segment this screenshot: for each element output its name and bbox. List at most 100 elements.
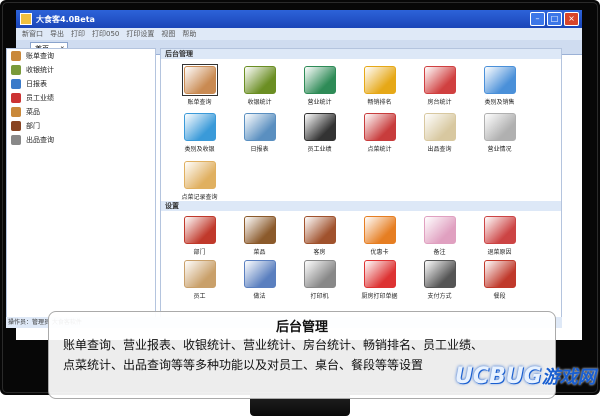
menu-item-print-settings[interactable]: 打印设置: [126, 29, 154, 39]
tile-label: 点菜统计: [367, 146, 392, 154]
section1-tile[interactable]: 点菜记录查询: [171, 160, 228, 201]
sidebar-item[interactable]: 部门: [7, 119, 155, 133]
tile-icon-frame: [243, 112, 277, 142]
sidebar-item[interactable]: 日报表: [7, 77, 155, 91]
tile-icon: [243, 216, 276, 244]
section2-tile[interactable]: 支付方式: [411, 259, 468, 300]
menu-item-view[interactable]: 视图: [161, 29, 175, 39]
tile-icon-frame: [423, 259, 457, 289]
section1-tile[interactable]: 类别及收银: [171, 112, 228, 153]
sidebar-item-icon: [11, 51, 21, 61]
tile-icon-frame: [363, 65, 397, 95]
minimize-button[interactable]: –: [530, 12, 545, 26]
window-title: 大食客4.0Beta: [36, 14, 95, 24]
menu-item-print-050[interactable]: 打印050: [92, 29, 119, 39]
tile-icon-frame: [423, 112, 457, 142]
section1-tile[interactable]: 营业情况: [471, 112, 528, 153]
tile-label: 部门: [193, 249, 206, 256]
section1-tile[interactable]: 出品查询: [411, 112, 468, 154]
section2-tile[interactable]: 菜品: [231, 215, 288, 256]
section2-tile[interactable]: 餐段: [471, 259, 528, 300]
section2-tile[interactable]: 备注: [411, 215, 468, 256]
sidebar-item[interactable]: 收银统计: [7, 63, 155, 77]
sidebar: 账单查询收银统计日报表 员工业绩 菜品部门出品查询: [6, 48, 156, 318]
tile-icon: [303, 216, 336, 244]
tile-icon: [183, 113, 216, 142]
section2-tile[interactable]: 做法: [231, 259, 288, 300]
sidebar-item-icon: [11, 93, 21, 103]
tile-icon: [483, 66, 516, 94]
sidebar-item[interactable]: 出品查询: [7, 133, 155, 147]
sidebar-item-label: 部门: [26, 122, 40, 130]
tile-label: 做法: [253, 293, 266, 300]
tile-icon: [363, 260, 396, 288]
close-button[interactable]: ×: [564, 12, 579, 26]
tile-label: 餐段: [493, 293, 506, 300]
section1-tile[interactable]: 员工业绩: [291, 112, 348, 153]
tile-icon-frame: [483, 215, 517, 245]
tile-icon-frame: [483, 112, 517, 142]
tile-label: 房台统计: [427, 99, 452, 106]
section1-tile[interactable]: 营业统计: [291, 65, 348, 106]
tile-icon: [423, 66, 456, 94]
section2-tile[interactable]: 打印机: [291, 259, 348, 300]
sidebar-item[interactable]: 员工业绩: [7, 91, 155, 105]
sidebar-item-icon: [11, 79, 21, 89]
tile-icon-frame: [183, 259, 217, 289]
tile-icon-frame: [181, 64, 218, 96]
section2-tile[interactable]: 厨房打印单据: [351, 259, 408, 300]
tile-icon-frame: [303, 259, 337, 289]
section2-tile[interactable]: 退菜原因: [471, 215, 528, 256]
menu-item-print[interactable]: 打印: [71, 29, 85, 39]
menu-item-new-window[interactable]: 新窗口: [22, 29, 43, 39]
sidebar-item[interactable]: 菜品: [7, 105, 155, 119]
tile-label: 客房: [313, 249, 326, 256]
tile-label: 营业统计: [307, 99, 332, 106]
window-controls: – □ ×: [530, 12, 582, 26]
tile-label: 出品查询: [427, 146, 452, 154]
tile-icon: [483, 260, 516, 288]
tile-icon-frame: [183, 215, 217, 245]
section2-tile[interactable]: 客房: [291, 215, 348, 256]
section1-tile[interactable]: 类别及销售: [471, 65, 528, 106]
tile-label: 打印机: [310, 293, 329, 300]
tile-label: 点菜记录查询: [181, 193, 218, 201]
sidebar-item-icon: [11, 65, 21, 75]
watermark-brand: UCBUG: [455, 364, 542, 389]
section2-tile[interactable]: 员工: [171, 259, 228, 300]
section1-tile[interactable]: 房台统计: [411, 65, 468, 106]
menu-item-help[interactable]: 帮助: [182, 29, 196, 39]
tile-icon-frame: [483, 65, 517, 95]
tile-label: 厨房打印单据: [361, 293, 398, 300]
sidebar-item-icon: [11, 121, 21, 131]
section1-tile[interactable]: 账单查询: [171, 64, 228, 106]
section2-tile[interactable]: 部门: [171, 215, 228, 256]
tile-icon: [423, 113, 456, 142]
tile-label: 菜品: [253, 249, 266, 256]
tile-label: 账单查询: [187, 99, 212, 106]
section1-tile[interactable]: 点菜统计: [351, 112, 408, 154]
sidebar-item-label: 账单查询: [26, 52, 54, 60]
tile-icon: [183, 66, 216, 94]
tile-icon-frame: [363, 215, 397, 245]
tile-icon-frame: [363, 259, 397, 289]
tile-icon: [363, 66, 396, 94]
sidebar-item-label: 收银统计: [26, 66, 54, 74]
tile-icon: [183, 216, 216, 244]
section2-tile[interactable]: 优惠卡: [351, 215, 408, 256]
tile-icon-frame: [243, 215, 277, 245]
maximize-button[interactable]: □: [547, 12, 562, 26]
tile-icon: [243, 113, 276, 142]
section1-tile[interactable]: 收银统计: [231, 65, 288, 106]
tile-label: 退菜原因: [487, 249, 512, 256]
settings-icon-grid: 部门 菜品 客房 优惠卡 备注 退菜原因员工 做法 打印机 厨房打印单据 支付方式 餐段: [161, 211, 561, 300]
tile-label: 日报表: [250, 146, 269, 154]
section1-tile[interactable]: 日报表: [231, 112, 288, 154]
section1-tile[interactable]: 畅销排名: [351, 65, 408, 106]
title-bar: 大食客4.0Beta – □ ×: [16, 10, 582, 28]
menu-item-export[interactable]: 导出: [50, 29, 64, 39]
tile-label: 支付方式: [427, 293, 452, 300]
sidebar-item[interactable]: 账单查询: [7, 49, 155, 63]
tile-icon-frame: [423, 215, 457, 245]
tile-icon-frame: [303, 65, 337, 95]
